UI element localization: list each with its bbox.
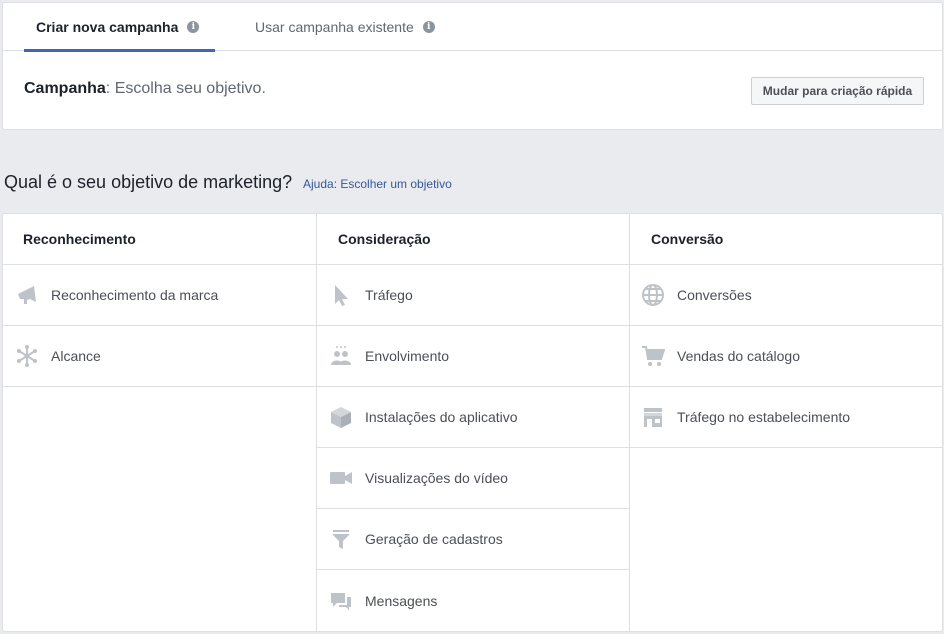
switch-to-quick-creation-button[interactable]: Mudar para criação rápida — [751, 77, 924, 105]
campaign-label: Campanha — [24, 80, 106, 97]
objective-label: Tráfego — [365, 287, 413, 303]
funnel-icon — [329, 527, 353, 551]
campaign-objective-row: Campanha: Escolha seu objetivo. — [24, 80, 266, 98]
reach-icon — [15, 344, 39, 368]
objective-conversions[interactable]: Conversões — [630, 265, 943, 326]
tab-use-existing-campaign[interactable]: Usar campanha existente i — [255, 3, 435, 51]
objective-grid: Reconhecimento Reconhecimento da marca A… — [2, 213, 943, 632]
column-header-awareness: Reconhecimento — [3, 214, 316, 265]
info-icon[interactable]: i — [422, 21, 435, 33]
video-camera-icon — [329, 466, 353, 490]
cart-icon — [641, 344, 665, 368]
objective-video-views[interactable]: Visualizações do vídeo — [317, 448, 629, 509]
objective-app-installs[interactable]: Instalações do aplicativo — [317, 387, 629, 448]
tab-use-existing-label: Usar campanha existente — [255, 19, 414, 35]
column-header-consideration: Consideração — [317, 214, 629, 265]
tab-create-new-campaign[interactable]: Criar nova campanha i — [24, 3, 215, 52]
chat-bubbles-icon — [329, 589, 353, 613]
objective-label: Geração de cadastros — [365, 531, 503, 547]
column-awareness: Reconhecimento Reconhecimento da marca A… — [3, 214, 317, 631]
box-icon — [329, 405, 353, 429]
help-choose-objective-link[interactable]: Ajuda: Escolher um objetivo — [303, 177, 452, 191]
campaign-card: Criar nova campanha i Usar campanha exis… — [2, 2, 943, 130]
objective-label: Reconhecimento da marca — [51, 287, 219, 303]
objective-label: Mensagens — [365, 592, 438, 609]
objective-label: Instalações do aplicativo — [365, 409, 518, 425]
objective-label: Tráfego no estabelecimento — [677, 409, 851, 425]
objective-reach[interactable]: Alcance — [3, 326, 316, 387]
globe-icon — [641, 283, 665, 307]
tab-bar: Criar nova campanha i Usar campanha exis… — [3, 3, 942, 52]
objective-label: Visualizações do vídeo — [365, 470, 508, 486]
store-icon — [641, 405, 665, 429]
objective-label: Envolvimento — [365, 348, 450, 364]
tab-create-new-label: Criar nova campanha — [36, 19, 179, 35]
objective-brand-awareness[interactable]: Reconhecimento da marca — [3, 265, 316, 326]
campaign-objective-text: Escolha seu objetivo. — [110, 80, 266, 97]
objective-label: Conversões — [677, 287, 752, 303]
column-consideration: Consideração Tráfego Envolvimento Instal… — [317, 214, 630, 631]
objective-label: Alcance — [51, 348, 101, 364]
objective-catalog-sales[interactable]: Vendas do catálogo — [630, 326, 943, 387]
info-icon[interactable]: i — [187, 21, 200, 33]
people-icon — [329, 344, 353, 368]
megaphone-icon — [15, 283, 39, 307]
objective-messages[interactable]: Mensagens — [317, 570, 629, 631]
objective-engagement[interactable]: Envolvimento — [317, 326, 629, 387]
objective-lead-generation[interactable]: Geração de cadastros — [317, 509, 629, 570]
objective-traffic[interactable]: Tráfego — [317, 265, 629, 326]
column-header-conversion: Conversão — [630, 214, 943, 265]
objective-label: Vendas do catálogo — [677, 348, 800, 364]
column-conversion: Conversão Conversões Vendas do catálogo … — [630, 214, 943, 631]
objective-store-traffic[interactable]: Tráfego no estabelecimento — [630, 387, 943, 448]
marketing-objective-question: Qual é o seu objetivo de marketing? — [4, 172, 293, 192]
cursor-icon — [329, 283, 353, 307]
